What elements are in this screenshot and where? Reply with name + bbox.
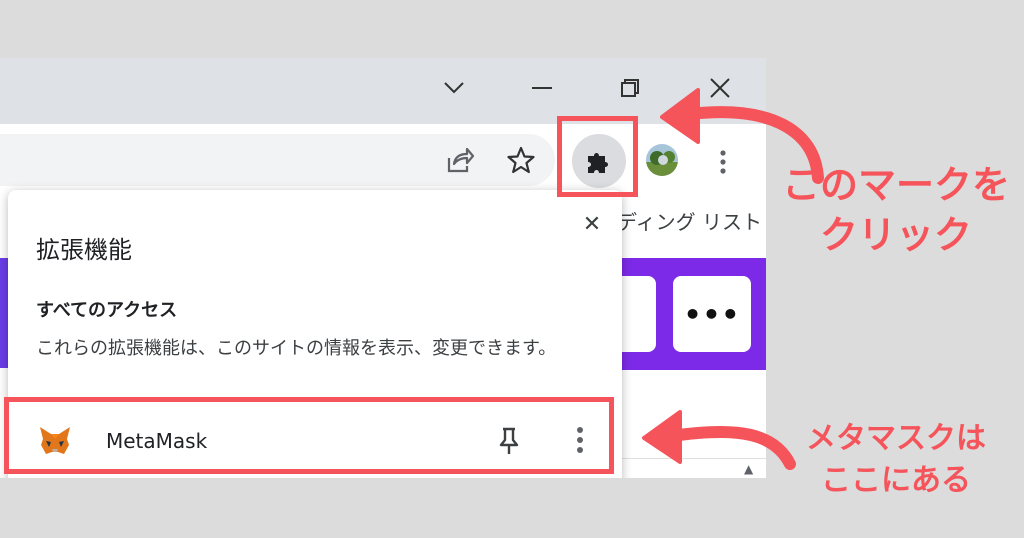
annotation-line: ここにある (821, 463, 971, 498)
more-button[interactable]: ••• (673, 276, 751, 352)
section-description: これらの拡張機能は、このサイトの情報を表示、変更できます。 (36, 338, 557, 359)
highlight-metamask-row (4, 397, 614, 474)
annotation-line: クリック (819, 213, 972, 257)
annotation-line: このマークを (781, 163, 1010, 207)
annotation-click-here: このマークを クリック (776, 160, 1016, 260)
page-left-strip (0, 258, 8, 368)
annotation-metamask-here: メタマスクは ここにある (776, 418, 1016, 502)
share-icon[interactable] (441, 142, 477, 178)
highlight-extensions-button (557, 116, 638, 197)
section-heading: すべてのアクセス (36, 300, 178, 321)
arrow-to-metamask-icon (642, 410, 796, 470)
popup-title: 拡張機能 (36, 236, 132, 264)
star-icon[interactable] (503, 142, 539, 178)
popup-close-button[interactable]: ✕ (576, 208, 608, 240)
minimize-icon[interactable] (522, 72, 562, 104)
annotation-line: メタマスクは (806, 421, 986, 456)
reading-list-bookmark[interactable]: ディング リスト (617, 206, 762, 235)
tab-search-chevron-down-icon[interactable] (434, 72, 474, 104)
